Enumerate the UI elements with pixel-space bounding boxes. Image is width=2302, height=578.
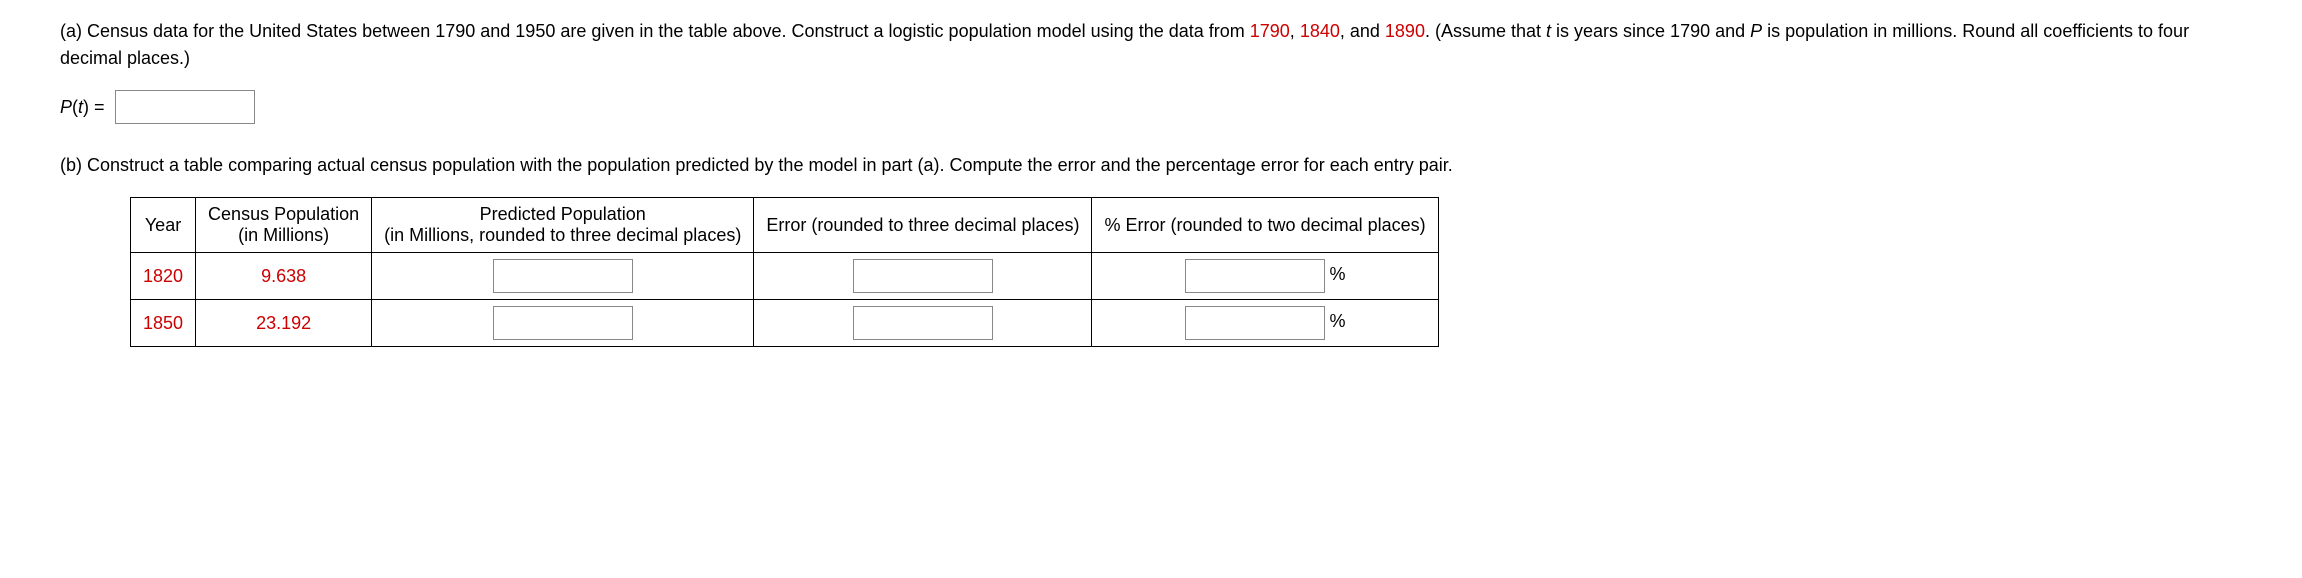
pa-text: (a) Census data for the United States be… <box>60 21 1250 41</box>
pt-input[interactable] <box>115 90 255 124</box>
col-census: Census Population (in Millions) <box>196 198 372 253</box>
col-pct-error: % Error (rounded to two decimal places) <box>1092 198 1438 253</box>
formula-lhs: P(t) = <box>60 97 105 118</box>
col-year: Year <box>131 198 196 253</box>
pct-sign: % <box>1330 264 1346 284</box>
error-input-1820[interactable] <box>853 259 993 293</box>
predicted-input-1850[interactable] <box>493 306 633 340</box>
pa-var-p: P <box>1750 21 1762 41</box>
pa-comma2: , and <box>1340 21 1385 41</box>
cell-predicted <box>372 253 754 300</box>
pa-year-2: 1840 <box>1300 21 1340 41</box>
table-header-row: Year Census Population (in Millions) Pre… <box>131 198 1439 253</box>
cell-pct-error: % <box>1092 300 1438 347</box>
cell-census: 23.192 <box>196 300 372 347</box>
cell-pct-error: % <box>1092 253 1438 300</box>
error-input-1850[interactable] <box>853 306 993 340</box>
pa-text2: . (Assume that <box>1425 21 1546 41</box>
predicted-input-1820[interactable] <box>493 259 633 293</box>
col-error: Error (rounded to three decimal places) <box>754 198 1092 253</box>
pa-text3: is years since 1790 and <box>1551 21 1750 41</box>
cell-year: 1850 <box>131 300 196 347</box>
cell-error <box>754 253 1092 300</box>
cell-error <box>754 300 1092 347</box>
cell-year: 1820 <box>131 253 196 300</box>
formula-P: P <box>60 97 72 117</box>
cell-census: 9.638 <box>196 253 372 300</box>
formula-row: P(t) = <box>60 90 2242 124</box>
table-row: 1820 9.638 % <box>131 253 1439 300</box>
pa-comma1: , <box>1290 21 1300 41</box>
part-a-prompt: (a) Census data for the United States be… <box>60 18 2242 72</box>
col-predicted: Predicted Population (in Millions, round… <box>372 198 754 253</box>
pa-year-1: 1790 <box>1250 21 1290 41</box>
formula-paren-close-eq: ) = <box>83 97 105 117</box>
comparison-table: Year Census Population (in Millions) Pre… <box>130 197 1439 347</box>
pct-sign: % <box>1330 311 1346 331</box>
pa-year-3: 1890 <box>1385 21 1425 41</box>
cell-predicted <box>372 300 754 347</box>
table-row: 1850 23.192 % <box>131 300 1439 347</box>
pct-error-input-1820[interactable] <box>1185 259 1325 293</box>
pct-error-input-1850[interactable] <box>1185 306 1325 340</box>
part-b-prompt: (b) Construct a table comparing actual c… <box>60 152 2242 179</box>
